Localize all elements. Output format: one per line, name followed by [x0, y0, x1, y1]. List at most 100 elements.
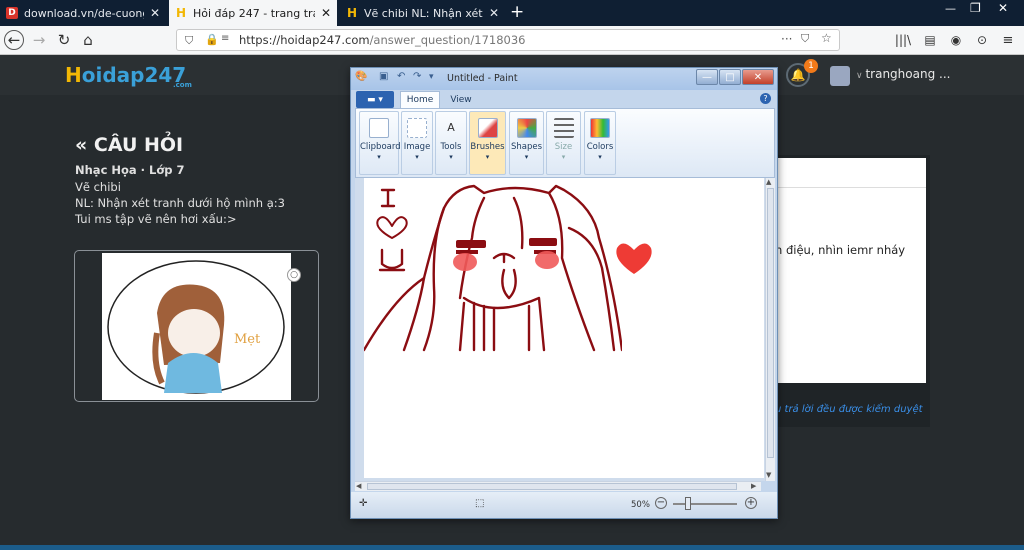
paint-app-icon[interactable]: 🎨 [355, 71, 367, 82]
scroll-down-icon[interactable]: ▼ [766, 471, 771, 479]
logo-letter: H [65, 63, 82, 87]
close-window-icon[interactable]: ✕ [998, 1, 1008, 15]
browser-nav-bar: ← → ↻ ⌂ ⛉ 🔒 ≡ https://hoidap247.com/answ… [0, 26, 1024, 55]
paint-title-bar[interactable]: 🎨 ▣ ↶ ↷ ▾ Untitled - Paint — □ ✕ [351, 68, 777, 90]
vertical-scrollbar[interactable]: ▲ ▼ [765, 178, 775, 481]
username-text: tranghoang ... [865, 67, 951, 81]
question-line: Tui ms tập vẽ nên hơi xấu:> [75, 212, 237, 226]
tab-view[interactable]: View [443, 91, 479, 108]
ribbon-group-clipboard[interactable]: Clipboard ▾ [359, 111, 401, 175]
chevron-down-icon: ▾ [485, 153, 490, 161]
paint-minimize-icon[interactable]: — [696, 69, 718, 85]
profile-icon[interactable]: ⊙ [972, 30, 992, 50]
sidebar-icon[interactable]: ▤ [920, 30, 940, 50]
home-icon[interactable]: ⌂ [78, 30, 98, 50]
lock-icon[interactable]: 🔒 [205, 33, 219, 46]
site-logo[interactable]: Hoidap247 .com [65, 63, 192, 89]
hoidap-favicon-icon: H [175, 6, 187, 20]
question-meta[interactable]: Nhạc Họa · Lớp 7 [75, 163, 185, 177]
page-actions-icon[interactable]: ··· [781, 32, 792, 46]
ribbon-group-shapes[interactable]: Shapes ▾ [509, 111, 544, 175]
select-icon [407, 118, 427, 138]
clipboard-icon [369, 118, 389, 138]
tab-hoidap-active[interactable]: H Hỏi đáp 247 - trang tra loi ✕ [169, 0, 337, 26]
undo-icon[interactable]: ↶ [397, 71, 405, 82]
tab-title: Vẽ chibi NL: Nhận xét tranh dư [364, 6, 483, 20]
paint-canvas-area: ▲ ▼ [355, 178, 775, 481]
paint-file-menu-button[interactable]: ▬ ▾ [356, 91, 394, 108]
page-title: « CÂU HỎI [75, 134, 184, 156]
restore-icon[interactable]: ❐ [970, 1, 981, 15]
paint-close-icon[interactable]: ✕ [742, 69, 774, 85]
ribbon-group-colors[interactable]: Colors ▾ [584, 111, 616, 175]
paint-window: 🎨 ▣ ↶ ↷ ▾ Untitled - Paint — □ ✕ ▬ ▾ Hom… [350, 67, 778, 519]
question-image[interactable]: Mẹt [102, 253, 291, 400]
chevron-down-icon: ▾ [561, 153, 566, 161]
text-tool-icon: A [447, 121, 455, 134]
horizontal-scrollbar[interactable]: ◀ ▶ [355, 481, 761, 491]
logo-text: oidap247 [81, 63, 187, 87]
selection-size-icon: ⬚ [475, 498, 485, 509]
ribbon-group-size[interactable]: Size ▾ [546, 111, 581, 175]
zoom-out-icon[interactable]: − [655, 497, 667, 509]
tab-home[interactable]: Home [400, 91, 440, 108]
ribbon-group-brushes[interactable]: Brushes ▾ [469, 111, 506, 175]
question-line: NL: Nhận xét tranh dưới hộ mình ạ:3 [75, 196, 285, 210]
horizontal-scroll-thumb[interactable] [367, 483, 737, 490]
redo-icon[interactable]: ↷ [413, 71, 421, 82]
zoom-slider-handle[interactable] [685, 497, 691, 510]
avatar[interactable] [830, 66, 850, 86]
zoom-icon[interactable]: ○ [287, 268, 301, 282]
colors-icon [590, 118, 610, 138]
address-bar[interactable]: ⛉ 🔒 ≡ https://hoidap247.com/answer_quest… [176, 29, 840, 51]
heart-icon [616, 243, 652, 274]
close-icon[interactable]: ✕ [489, 6, 499, 20]
zoom-in-icon[interactable]: + [745, 497, 757, 509]
scroll-right-icon[interactable]: ▶ [751, 482, 756, 490]
tab-download[interactable]: D download.vn/de-cuong-on-th ✕ [0, 0, 166, 26]
chevron-down-icon: ▾ [598, 153, 602, 161]
back-arrow-icon[interactable]: ← [4, 30, 24, 50]
reload-icon[interactable]: ↻ [54, 30, 74, 50]
tab-ve-chibi[interactable]: H Vẽ chibi NL: Nhận xét tranh dư ✕ [340, 0, 505, 26]
chevron-down-icon: ▾ [377, 153, 381, 161]
question-line: Vẽ chibi [75, 180, 121, 194]
close-icon[interactable]: ✕ [321, 6, 331, 20]
scroll-left-icon[interactable]: ◀ [356, 482, 361, 490]
forward-arrow-icon[interactable]: → [29, 30, 49, 50]
vertical-scroll-thumb[interactable] [767, 188, 774, 458]
answer-text: n điệu, nhìn iemr nháy [775, 243, 906, 257]
download-favicon-icon: D [6, 7, 18, 19]
zoom-level: 50% [631, 500, 650, 510]
cursor-position-icon: ✛ [359, 498, 368, 509]
drawing-canvas[interactable] [362, 178, 624, 353]
account-icon[interactable]: ◉ [946, 30, 966, 50]
close-icon[interactable]: ✕ [150, 6, 160, 20]
bookmark-star-icon[interactable]: ☆ [821, 31, 832, 45]
save-icon[interactable]: ▣ [379, 71, 388, 82]
ribbon-group-tools[interactable]: A Tools ▾ [435, 111, 467, 175]
username[interactable]: ∨ tranghoang ... [856, 67, 950, 81]
scroll-up-icon[interactable]: ▲ [766, 178, 771, 186]
minimize-icon[interactable]: — [945, 2, 956, 15]
answer-card [775, 158, 926, 383]
zoom-slider-track[interactable] [673, 503, 737, 505]
paint-maximize-icon[interactable]: □ [719, 69, 741, 85]
shield-icon[interactable]: ⛉ [185, 34, 193, 48]
notification-badge: 1 [804, 59, 818, 73]
library-icon[interactable]: |||\ [893, 30, 913, 50]
taskbar [0, 545, 1024, 550]
tab-title: download.vn/de-cuong-on-th [24, 6, 144, 20]
paint-status-bar: ✛ ⬚ 50% − + [351, 492, 777, 518]
new-tab-icon[interactable]: + [510, 2, 524, 22]
permissions-icon[interactable]: ≡ [221, 33, 229, 44]
logo-com: .com [173, 81, 192, 89]
help-icon[interactable]: ? [760, 93, 771, 104]
menu-icon[interactable]: ≡ [998, 30, 1018, 50]
url-host: https://hoidap247.com [239, 33, 370, 47]
group-label: Colors [586, 142, 614, 152]
quick-access-chevron-icon[interactable]: ▾ [429, 72, 434, 82]
ribbon-group-image[interactable]: Image ▾ [401, 111, 433, 175]
pocket-icon[interactable]: ⛉ [801, 32, 809, 46]
paint-window-title: Untitled - Paint [447, 73, 518, 84]
